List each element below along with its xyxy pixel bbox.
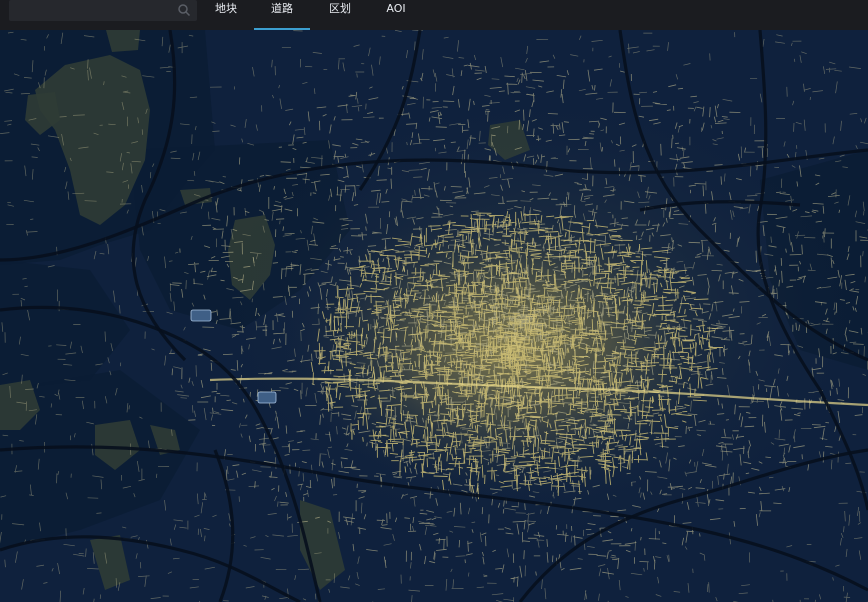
tab-district[interactable]: 区划 bbox=[328, 0, 352, 30]
tab-road-label: 道路 bbox=[271, 2, 293, 15]
search-box[interactable] bbox=[9, 0, 197, 21]
search-input[interactable] bbox=[21, 3, 171, 18]
tab-plot-label: 地块 bbox=[215, 2, 237, 15]
tab-district-label: 区划 bbox=[329, 2, 351, 15]
station-marker[interactable] bbox=[190, 309, 212, 322]
tab-aoi[interactable]: AOI bbox=[385, 0, 407, 30]
search-icon[interactable] bbox=[177, 3, 191, 17]
road-network-map[interactable] bbox=[0, 30, 868, 602]
map-app: 地块 道路 区划 AOI bbox=[0, 0, 868, 602]
station-marker[interactable] bbox=[257, 391, 277, 404]
tab-aoi-label: AOI bbox=[386, 2, 406, 15]
tab-road[interactable]: 道路 bbox=[254, 0, 310, 30]
tab-plot[interactable]: 地块 bbox=[214, 0, 238, 30]
active-tab-indicator bbox=[254, 28, 310, 30]
top-toolbar: 地块 道路 区划 AOI bbox=[0, 0, 868, 30]
